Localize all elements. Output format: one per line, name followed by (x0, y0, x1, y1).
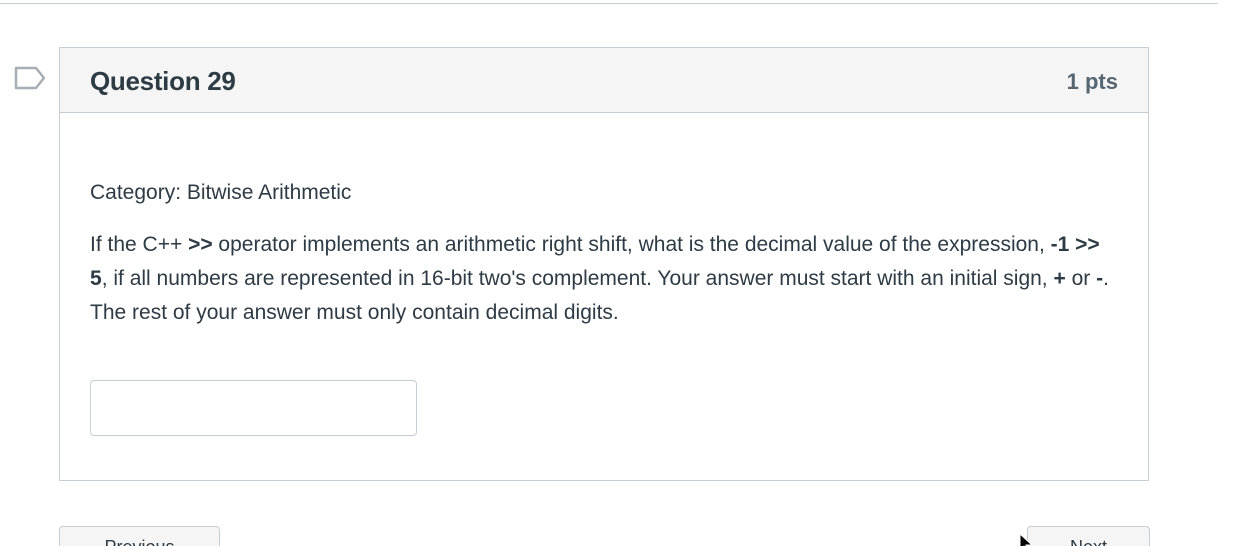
question-category: Category: Bitwise Arithmetic (90, 181, 352, 204)
question-prompt: If the C++ >> operator implements an ari… (90, 228, 1110, 330)
flag-question-icon[interactable] (14, 66, 46, 90)
next-button[interactable]: Next (1027, 526, 1150, 546)
top-divider (0, 3, 1218, 4)
prompt-operator: >> (188, 233, 213, 256)
question-title: Question 29 (90, 66, 236, 96)
question-points: 1 pts (1066, 69, 1118, 94)
mouse-pointer-icon (1019, 533, 1034, 546)
previous-button[interactable]: Previous (59, 526, 220, 546)
quiz-page: Question 29 1 pts Category: Bitwise Arit… (0, 0, 1252, 546)
question-header: Question 29 1 pts (60, 48, 1148, 113)
answer-input[interactable] (90, 380, 417, 436)
question-card: Question 29 1 pts Category: Bitwise Arit… (59, 47, 1149, 481)
prompt-text-2: operator implements an arithmetic right … (212, 233, 1051, 256)
question-body: Category: Bitwise Arithmetic If the C++ … (90, 176, 1110, 330)
prompt-text-4: or (1065, 267, 1097, 290)
prompt-text-1: If the C++ (90, 233, 189, 256)
prompt-plus-sign: + (1053, 267, 1066, 290)
prompt-text-3: , if all numbers are represented in 16-b… (101, 267, 1054, 290)
